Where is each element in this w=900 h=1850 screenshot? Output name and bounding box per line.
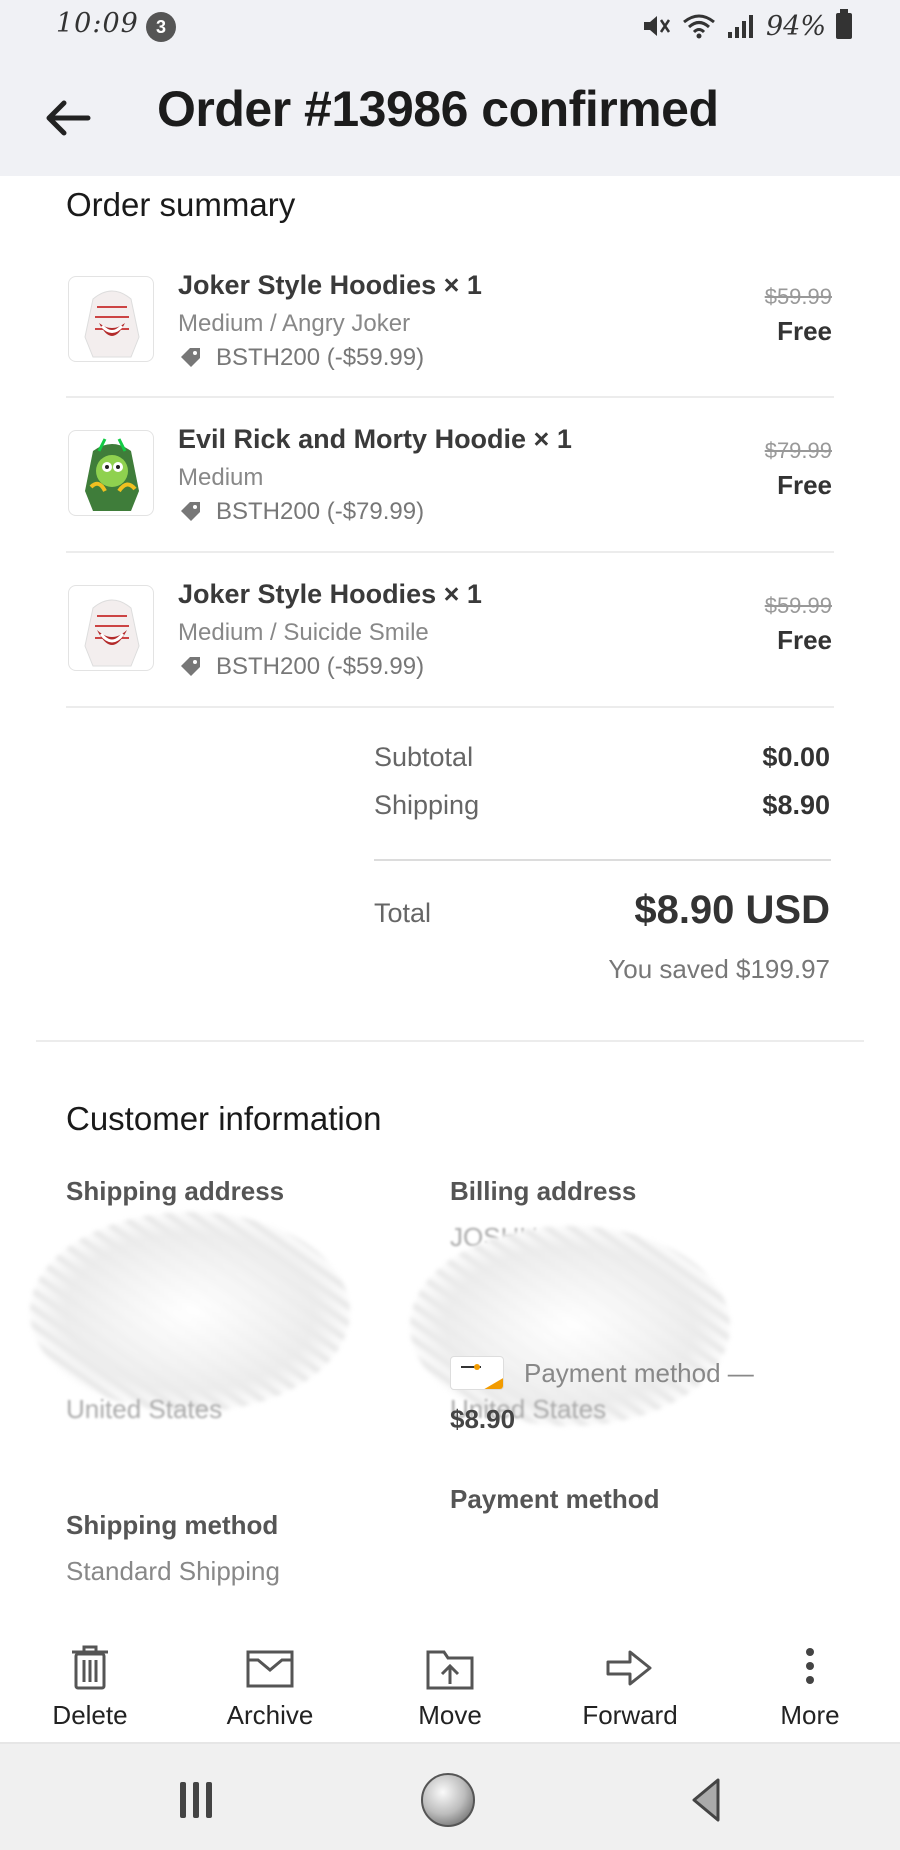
mute-icon xyxy=(643,16,671,36)
tag-icon xyxy=(181,502,200,521)
item-name: Evil Rick and Morty Hoodie × 1 xyxy=(178,424,572,454)
page-title: Order #13986 confirmed xyxy=(157,81,719,137)
wifi-icon xyxy=(683,14,715,39)
item-original-price: $79.99 xyxy=(764,438,832,463)
order-item: Evil Rick and Morty Hoodie × 1 Medium BS… xyxy=(66,416,834,570)
item-name: Joker Style Hoodies × 1 xyxy=(178,579,482,609)
payment-method-text: Payment method — xyxy=(524,1357,754,1388)
total-label: Total xyxy=(374,898,432,928)
more-vertical-icon xyxy=(806,1648,814,1684)
discount-code: BSTH200 (-$79.99) xyxy=(216,498,425,525)
archive-button[interactable]: Archive xyxy=(190,1640,350,1744)
forward-arrow-icon xyxy=(606,1650,652,1686)
home-icon[interactable] xyxy=(418,1772,478,1828)
section-divider xyxy=(36,1040,864,1042)
app-header: Order #13986 confirmed xyxy=(0,52,900,176)
item-variant: Medium xyxy=(178,464,264,491)
shipping-label: Shipping xyxy=(374,790,480,820)
more-button[interactable]: More xyxy=(730,1640,890,1744)
system-nav-bar xyxy=(0,1744,900,1850)
item-price: Free xyxy=(777,316,832,346)
move-button[interactable]: Move xyxy=(370,1640,530,1744)
item-price: Free xyxy=(777,470,832,500)
item-variant: Medium / Suicide Smile xyxy=(178,619,429,646)
item-name: Joker Style Hoodies × 1 xyxy=(178,270,482,300)
divider xyxy=(66,396,834,398)
totals-divider xyxy=(374,859,831,861)
customer-info-title: Customer information xyxy=(66,1100,382,1137)
item-discount: BSTH200 (-$59.99) xyxy=(178,653,424,681)
forward-label: Forward xyxy=(582,1700,678,1730)
email-action-bar: Delete Archive Move Forward More xyxy=(0,1640,900,1744)
order-item: Joker Style Hoodies × 1 Medium / Angry J… xyxy=(66,262,834,416)
move-folder-icon xyxy=(426,1650,474,1690)
forward-button[interactable]: Forward xyxy=(550,1640,710,1744)
item-original-price: $59.99 xyxy=(764,593,832,618)
back-arrow-icon[interactable] xyxy=(40,90,96,146)
item-discount: BSTH200 (-$59.99) xyxy=(178,344,424,372)
battery-icon xyxy=(836,9,852,39)
divider xyxy=(66,706,834,708)
tag-icon xyxy=(181,657,200,676)
archive-label: Archive xyxy=(226,1700,314,1730)
shipping-address-label: Shipping address xyxy=(66,1176,285,1206)
item-original-price: $59.99 xyxy=(764,284,832,309)
status-bar: 10:09 3 94% xyxy=(0,0,900,52)
product-thumbnail xyxy=(68,585,154,671)
order-item: Joker Style Hoodies × 1 Medium / Suicide… xyxy=(66,571,834,725)
order-summary-title: Order summary xyxy=(66,186,296,223)
delete-button[interactable]: Delete xyxy=(10,1640,170,1744)
delete-label: Delete xyxy=(52,1700,128,1730)
recent-apps-icon[interactable] xyxy=(166,1772,226,1828)
archive-icon xyxy=(246,1650,294,1688)
billing-address-label: Billing address xyxy=(450,1176,637,1206)
battery-percent: 94% xyxy=(765,10,826,42)
item-price: Free xyxy=(777,625,832,655)
status-icons: 94% xyxy=(642,8,852,44)
tag-icon xyxy=(181,348,200,367)
payment-method-row: Payment method — xyxy=(450,1356,754,1390)
discount-code: BSTH200 (-$59.99) xyxy=(216,653,425,680)
item-discount: BSTH200 (-$79.99) xyxy=(178,498,424,526)
product-thumbnail xyxy=(68,276,154,362)
trash-icon xyxy=(72,1645,108,1690)
divider xyxy=(66,551,834,553)
redacted-shipping-address xyxy=(30,1212,350,1412)
subtotal-value: $0.00 xyxy=(762,742,830,772)
discount-code: BSTH200 (-$59.99) xyxy=(216,344,425,371)
payment-amount: $8.90 xyxy=(450,1404,516,1434)
shipping-method-value: Standard Shipping xyxy=(66,1556,280,1586)
total-value: $8.90 USD xyxy=(634,888,830,932)
item-variant: Medium / Angry Joker xyxy=(178,310,411,337)
saved-amount: You saved $199.97 xyxy=(608,954,830,984)
shipping-value: $8.90 xyxy=(762,790,830,820)
card-icon xyxy=(450,1356,504,1390)
status-time: 10:09 xyxy=(56,8,139,39)
signal-icon xyxy=(727,15,753,38)
back-triangle-icon[interactable] xyxy=(676,1772,736,1828)
more-label: More xyxy=(780,1700,840,1730)
subtotal-label: Subtotal xyxy=(374,742,474,772)
shipping-address-country: United States xyxy=(66,1394,223,1424)
shipping-method-label: Shipping method xyxy=(66,1510,279,1540)
notification-count-badge: 3 xyxy=(146,12,176,42)
product-thumbnail xyxy=(68,430,154,516)
payment-method-label: Payment method xyxy=(450,1484,660,1514)
move-label: Move xyxy=(418,1700,482,1730)
